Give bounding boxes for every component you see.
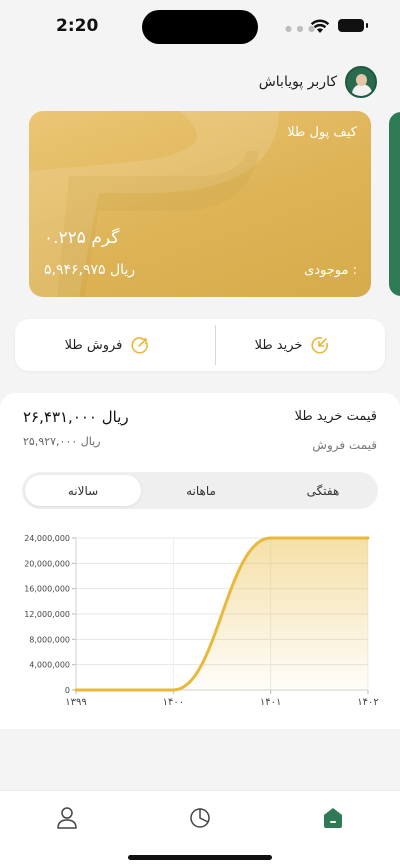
y-tick-label: 4,000,000	[29, 661, 70, 670]
y-tick-label: 12,000,000	[24, 610, 70, 619]
status-time: 2:20	[56, 16, 99, 36]
avatar[interactable]	[345, 66, 377, 98]
gold-wallet-card[interactable]: کیف پول طلا ۰.۲۲۵ گرم موجودی : ۵,۹۴۶,۹۷۵…	[29, 111, 371, 297]
y-tick-label: 8,000,000	[29, 635, 70, 644]
dynamic-island	[142, 10, 258, 44]
nav-home[interactable]	[318, 803, 348, 833]
home-indicator	[128, 855, 272, 860]
sell-gold-label: فروش طلا	[64, 337, 123, 353]
pie-chart-icon	[190, 808, 210, 828]
x-tick-label: ۱۴۰۰	[163, 697, 184, 708]
tab-weekly[interactable]: هفتگی	[265, 475, 381, 506]
buy-price-value: ۲۶,۴۳۱,۰۰۰ ریال	[23, 408, 129, 426]
status-bar: 2:20 ● ● ●	[0, 0, 400, 54]
sell-gold-button[interactable]: فروش طلا	[15, 319, 200, 371]
gold-price-panel: قیمت خرید طلا ۲۶,۴۳۱,۰۰۰ ریال قیمت فروش …	[0, 393, 400, 729]
nav-profile[interactable]	[52, 803, 82, 833]
arrow-down-left-circle-icon	[311, 336, 329, 354]
x-tick-label: ۱۳۹۹	[65, 697, 86, 708]
home-icon	[324, 808, 342, 828]
user-profile[interactable]: کاربر پویاباش	[259, 66, 377, 98]
buy-gold-label: خرید طلا	[254, 337, 303, 353]
battery-icon	[338, 19, 368, 32]
nav-portfolio[interactable]	[185, 803, 215, 833]
y-tick-label: 16,000,000	[24, 585, 70, 594]
y-tick-label: 24,000,000	[24, 534, 70, 543]
trade-actions: خرید طلا فروش طلا	[15, 319, 385, 371]
wallet-balance-label: موجودی :	[304, 263, 357, 278]
x-tick-label: ۱۴۰۱	[260, 697, 281, 708]
sell-price-value: ۲۵,۹۲۷,۰۰۰ ریال	[23, 435, 101, 448]
wifi-icon	[310, 19, 330, 33]
arrow-up-right-circle-icon	[131, 336, 149, 354]
gold-price-chart: 0 4,000,000 8,000,000 12,000,000 16,000,000 2…	[24, 534, 379, 708]
y-tick-label: 0	[65, 686, 70, 695]
next-wallet-card[interactable]	[389, 112, 400, 296]
period-tabs: هفتگی ماهانه سالانه	[22, 472, 378, 509]
person-icon	[57, 807, 77, 829]
wallet-title: کیف پول طلا	[287, 125, 357, 140]
tab-monthly[interactable]: ماهانه	[143, 475, 259, 506]
x-tick-label: ۱۴۰۲	[357, 697, 378, 708]
divider	[215, 325, 216, 365]
wallet-grams: ۰.۲۲۵ گرم	[44, 228, 120, 248]
user-name: کاربر پویاباش	[258, 74, 337, 90]
sell-price-label: قیمت فروش	[312, 438, 377, 452]
buy-gold-button[interactable]: خرید طلا	[200, 319, 385, 371]
tab-yearly[interactable]: سالانه	[25, 475, 141, 506]
wallet-balance: ۵,۹۴۶,۹۷۵ ریال	[44, 262, 136, 278]
y-tick-label: 20,000,000	[24, 559, 70, 568]
buy-price-label: قیمت خرید طلا	[294, 409, 377, 424]
